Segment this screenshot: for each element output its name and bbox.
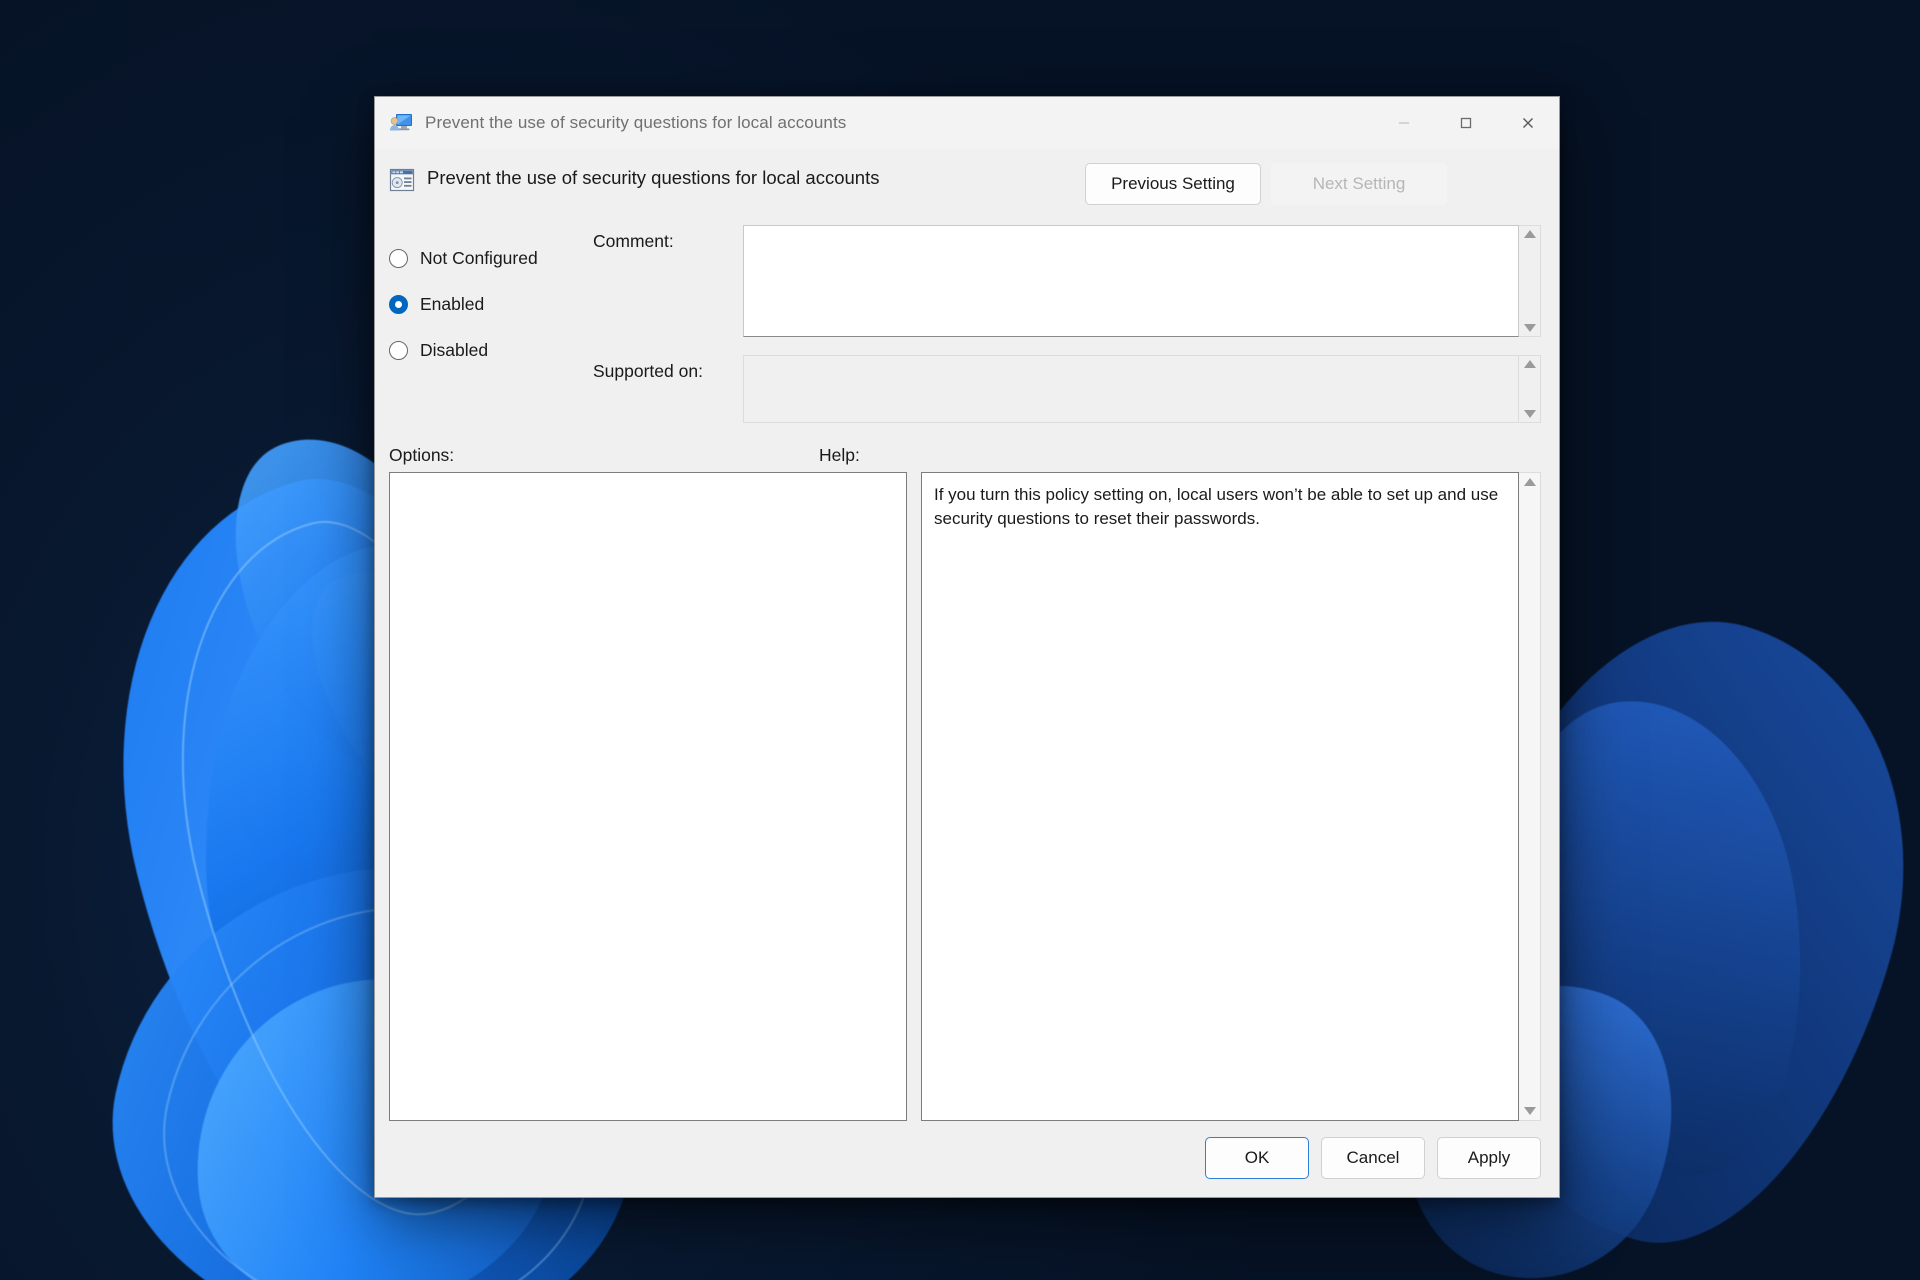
options-panel[interactable]	[389, 472, 907, 1121]
apply-button[interactable]: Apply	[1437, 1137, 1541, 1179]
comment-input[interactable]	[743, 225, 1519, 337]
state-and-metadata-area: Not Configured Enabled Disabled Comment:	[375, 219, 1559, 423]
radio-indicator-not-configured	[389, 248, 408, 268]
metadata-fields: Comment: Supported on:	[589, 225, 1541, 423]
comment-label: Comment:	[593, 231, 674, 251]
policy-setting-icon	[389, 167, 415, 193]
window-controls	[1373, 97, 1559, 149]
dialog-footer: OK Cancel Apply	[375, 1121, 1559, 1197]
next-setting-button[interactable]: Next Setting	[1271, 163, 1447, 205]
minimize-button[interactable]	[1373, 97, 1435, 149]
help-panel-wrap: If you turn this policy setting on, loca…	[921, 472, 1541, 1121]
comment-scroll-down-icon[interactable]	[1523, 324, 1536, 332]
help-scroll-up-icon[interactable]	[1523, 478, 1536, 486]
supported-on-scrollbar[interactable]	[1519, 355, 1541, 423]
radio-label-not-configured: Not Configured	[420, 247, 538, 268]
user-monitor-icon	[389, 112, 413, 134]
policy-state-radio-group: Not Configured Enabled Disabled	[389, 225, 589, 423]
radio-enabled[interactable]: Enabled	[389, 281, 589, 327]
supported-on-label: Supported on:	[593, 361, 703, 381]
window-title: Prevent the use of security questions fo…	[425, 112, 847, 132]
radio-indicator-enabled	[389, 294, 408, 314]
supported-on-scroll-up-icon[interactable]	[1523, 360, 1536, 368]
radio-indicator-disabled	[389, 340, 408, 360]
maximize-button[interactable]	[1435, 97, 1497, 149]
setting-header: Prevent the use of security questions fo…	[375, 149, 1559, 219]
help-label: Help:	[819, 445, 860, 465]
help-text: If you turn this policy setting on, loca…	[934, 485, 1503, 529]
help-panel[interactable]: If you turn this policy setting on, loca…	[921, 472, 1519, 1121]
radio-disabled[interactable]: Disabled	[389, 327, 589, 373]
panels-area: If you turn this policy setting on, loca…	[375, 472, 1559, 1121]
supported-on-box-wrap	[743, 355, 1541, 423]
comment-scroll-up-icon[interactable]	[1523, 230, 1536, 238]
radio-label-disabled: Disabled	[420, 339, 489, 360]
radio-label-enabled: Enabled	[420, 293, 485, 314]
panel-labels: Options: Help:	[375, 423, 1559, 472]
radio-not-configured[interactable]: Not Configured	[389, 235, 589, 281]
comment-box-wrap	[743, 225, 1541, 337]
comment-row: Comment:	[593, 225, 1541, 337]
comment-scrollbar[interactable]	[1519, 225, 1541, 337]
help-scroll-down-icon[interactable]	[1523, 1107, 1536, 1115]
ok-button[interactable]: OK	[1205, 1137, 1309, 1179]
policy-setting-dialog: Prevent the use of security questions fo…	[374, 96, 1560, 1198]
setting-title: Prevent the use of security questions fo…	[427, 167, 880, 188]
supported-on-row: Supported on:	[593, 355, 1541, 423]
previous-setting-button[interactable]: Previous Setting	[1085, 163, 1261, 205]
close-button[interactable]	[1497, 97, 1559, 149]
title-bar: Prevent the use of security questions fo…	[375, 97, 1559, 149]
help-scrollbar[interactable]	[1519, 472, 1541, 1121]
supported-on-value	[743, 355, 1519, 423]
options-label: Options:	[389, 445, 455, 465]
setting-navigation: Previous Setting Next Setting	[1085, 163, 1447, 205]
cancel-button[interactable]: Cancel	[1321, 1137, 1425, 1179]
supported-on-scroll-down-icon[interactable]	[1523, 410, 1536, 418]
